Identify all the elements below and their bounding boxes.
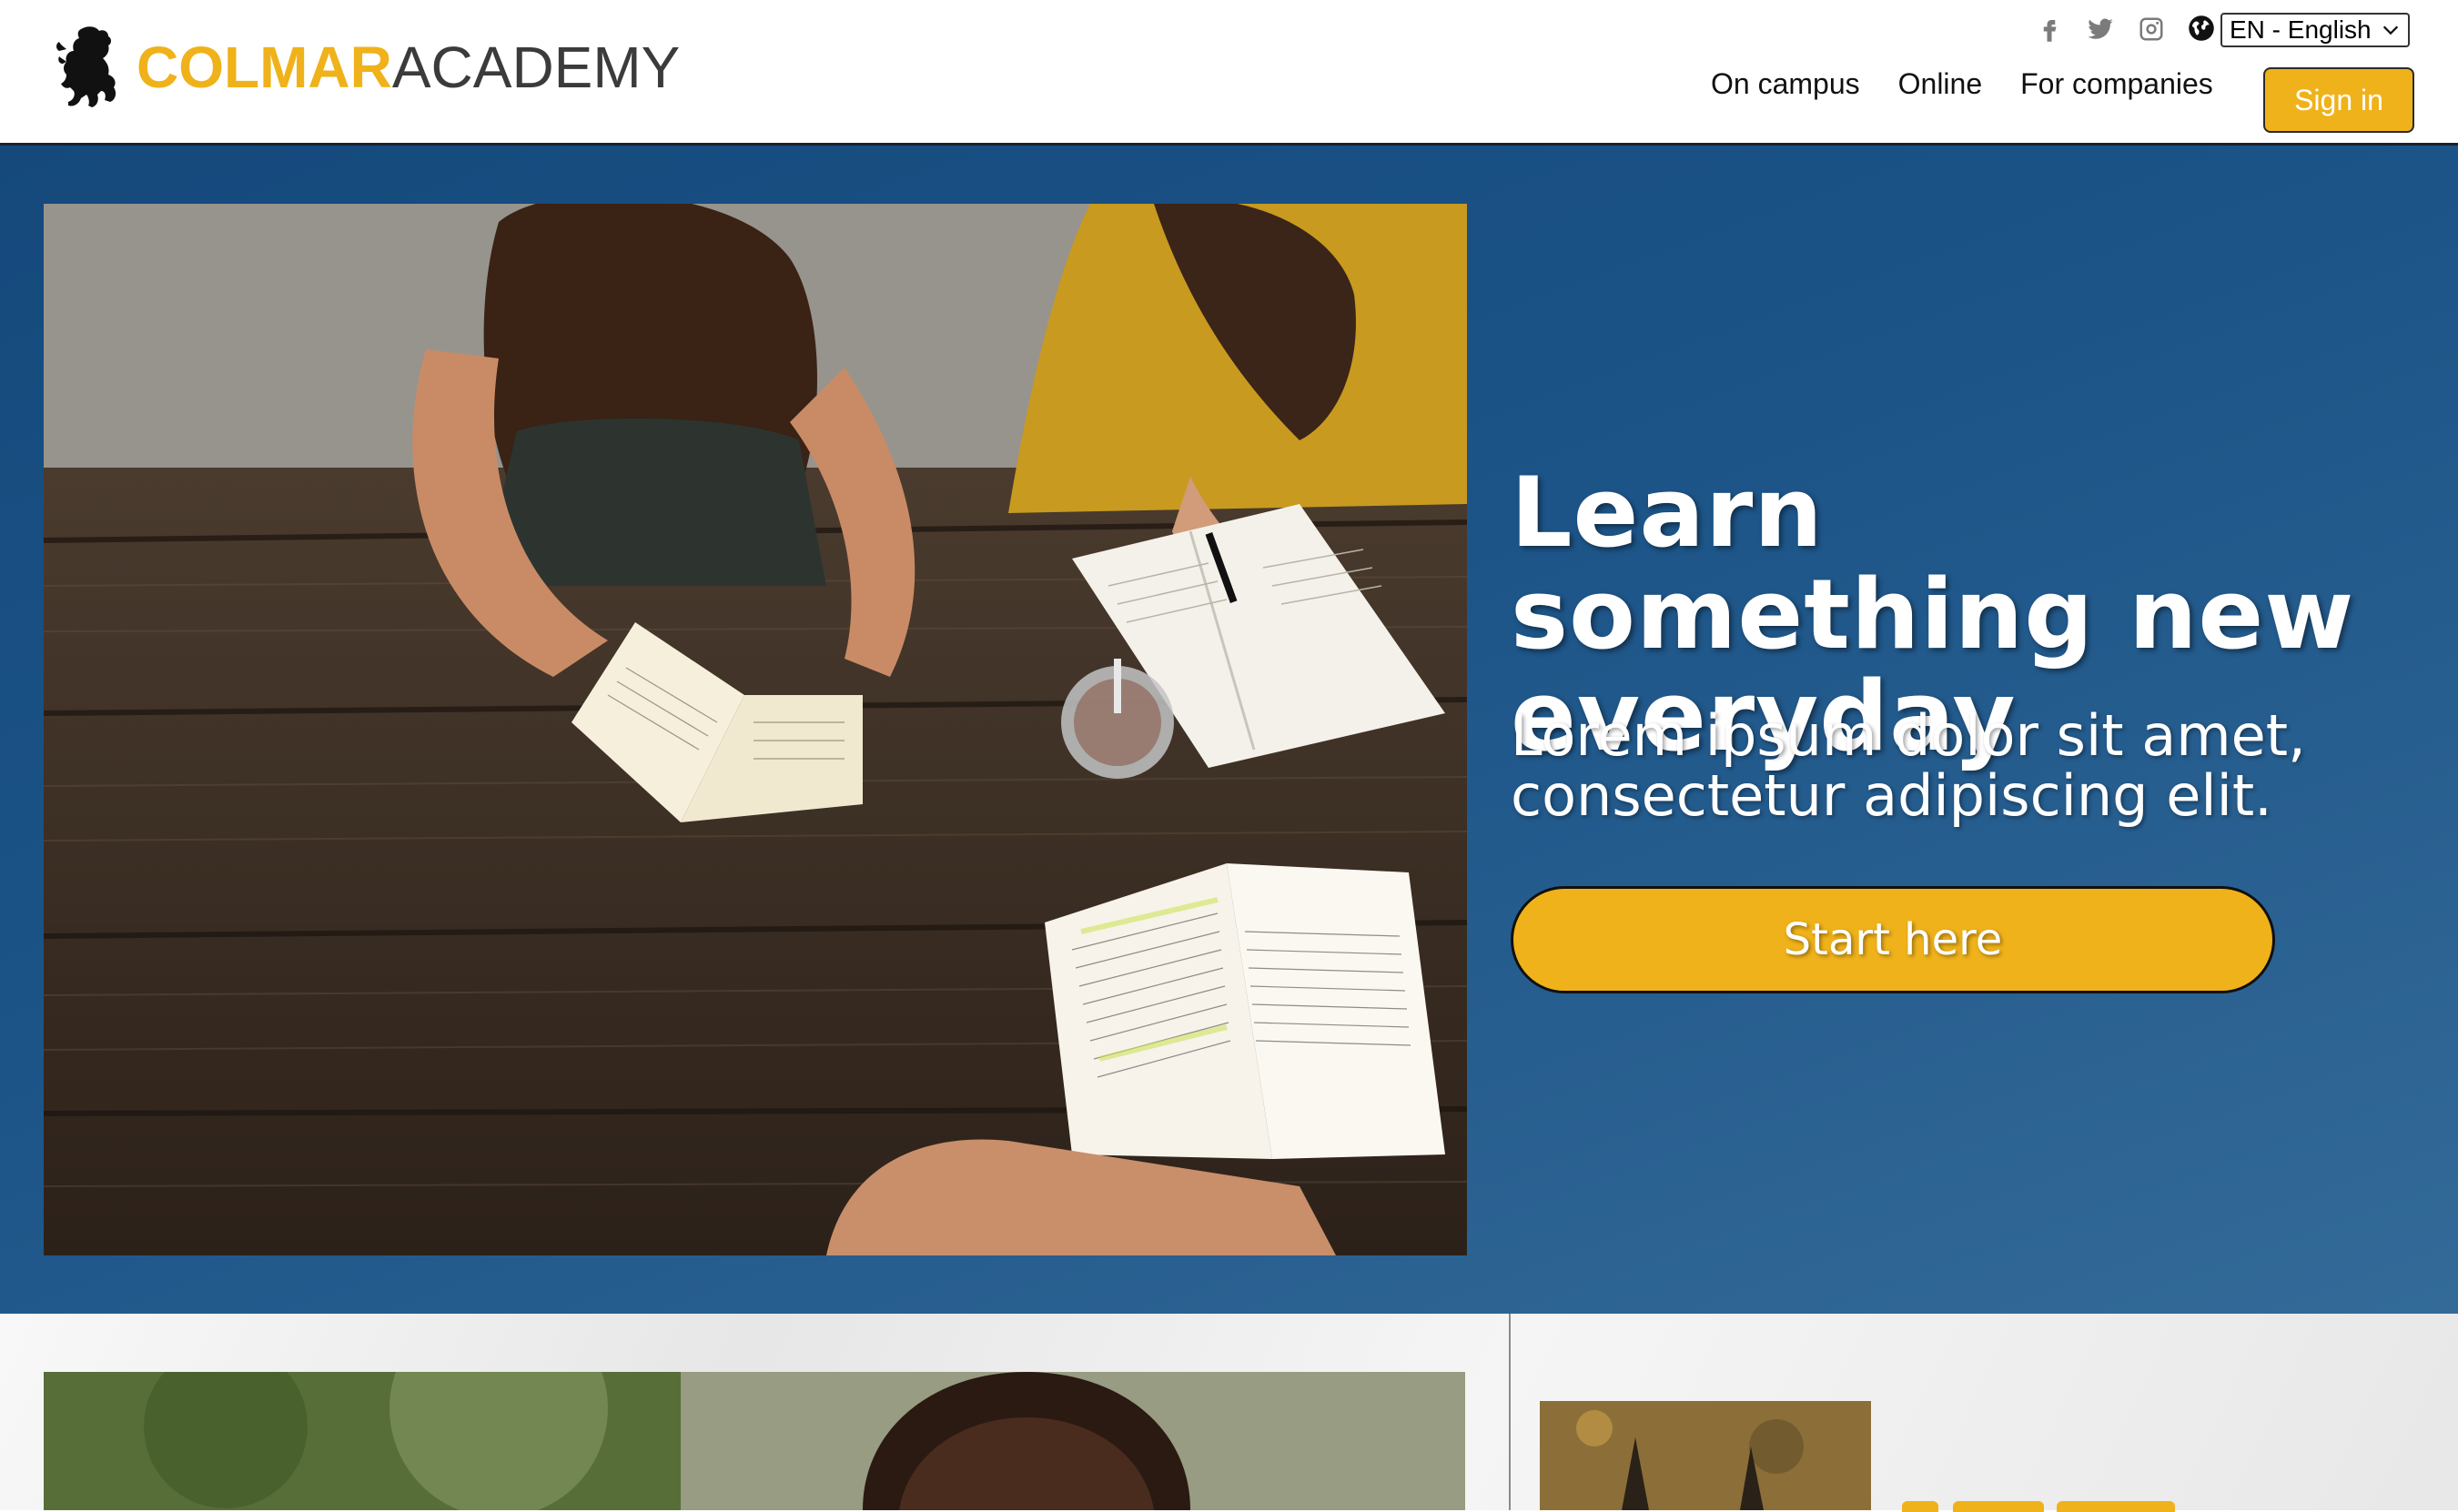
instagram-icon[interactable] xyxy=(2137,13,2166,45)
logo[interactable]: COLMARACADEMY xyxy=(53,22,680,113)
hero-subtitle: Lorem ipsum dolor sit amet, consectetur … xyxy=(1511,702,2306,829)
start-here-button[interactable]: Start here xyxy=(1511,886,2275,993)
globe-icon xyxy=(2188,15,2215,46)
sign-in-button[interactable]: Sign in xyxy=(2263,67,2414,133)
twitter-icon[interactable] xyxy=(2086,13,2115,45)
features-section xyxy=(0,1314,2458,1512)
feature-photo-walkers xyxy=(1540,1401,1871,1510)
section-divider xyxy=(1509,1314,1511,1510)
main-nav: On campus Online For companies xyxy=(1711,67,2251,101)
language-switcher: EN - English xyxy=(2188,13,2410,47)
logo-text-academy: ACADEMY xyxy=(391,35,681,100)
lion-rampant-icon xyxy=(56,26,116,107)
nav-for-companies[interactable]: For companies xyxy=(2020,67,2213,101)
site-header: COLMARACADEMY EN - English On campus Onl… xyxy=(0,0,2458,146)
nav-online[interactable]: Online xyxy=(1898,67,1983,101)
nav-on-campus[interactable]: On campus xyxy=(1711,67,1860,101)
logo-wordmark: COLMARACADEMY xyxy=(137,38,680,96)
social-links xyxy=(2035,13,2166,45)
logo-text-colmar: COLMAR xyxy=(137,35,392,100)
language-select-value: EN - English xyxy=(2230,15,2372,44)
feature-photo-student xyxy=(44,1372,1465,1510)
chevron-down-icon xyxy=(2382,25,2399,35)
hero-section: Learn something new everyday Lorem ipsum… xyxy=(0,146,2458,1314)
language-select[interactable]: EN - English xyxy=(2220,13,2410,47)
feature-heading-cropped xyxy=(1902,1501,2211,1512)
hero-photo-students-studying xyxy=(44,204,1467,1255)
facebook-icon[interactable] xyxy=(2035,13,2064,45)
